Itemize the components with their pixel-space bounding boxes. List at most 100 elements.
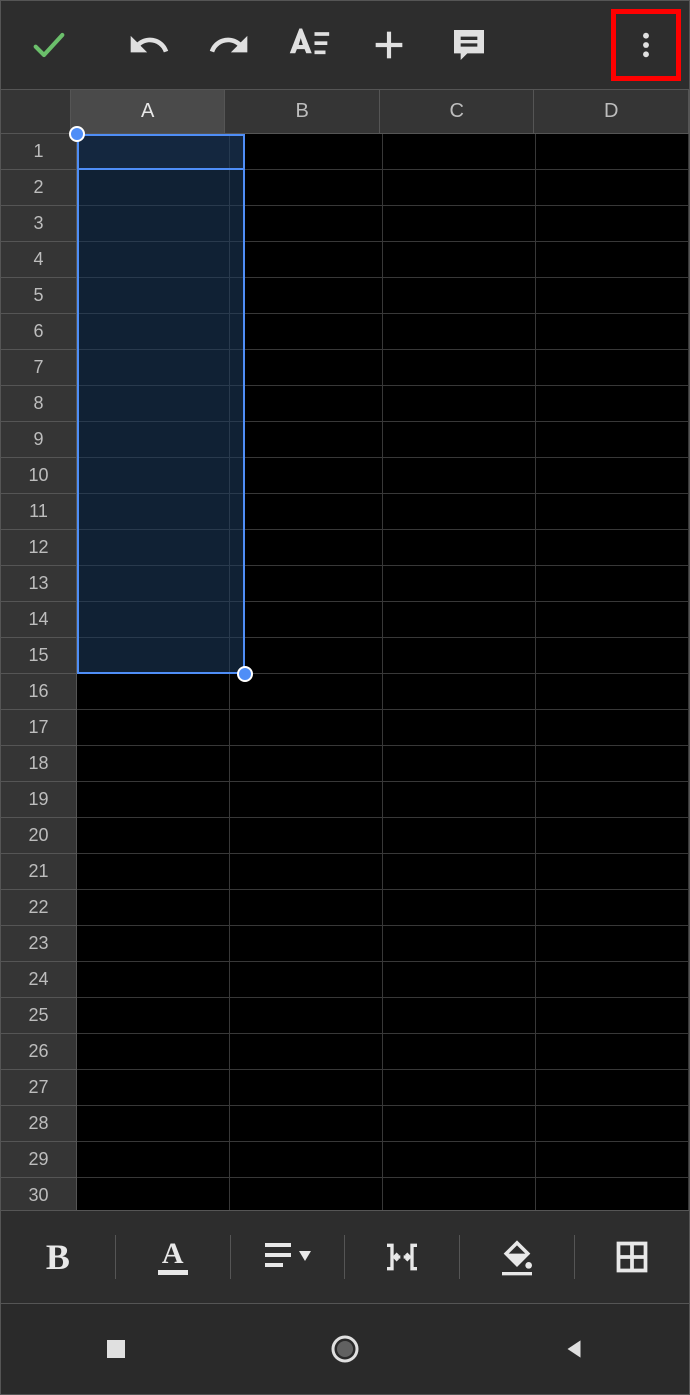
insert-button[interactable] xyxy=(349,9,429,81)
row-header[interactable]: 19 xyxy=(1,782,77,818)
cell[interactable] xyxy=(383,1106,536,1142)
more-options-button[interactable] xyxy=(616,14,676,76)
cell[interactable] xyxy=(383,566,536,602)
cell[interactable] xyxy=(536,170,689,206)
cell[interactable] xyxy=(77,278,230,314)
cell[interactable] xyxy=(230,710,383,746)
row-header[interactable]: 9 xyxy=(1,422,77,458)
cell[interactable] xyxy=(383,278,536,314)
cell[interactable] xyxy=(77,926,230,962)
cell[interactable] xyxy=(230,350,383,386)
row-header[interactable]: 13 xyxy=(1,566,77,602)
cell[interactable] xyxy=(77,962,230,998)
cell[interactable] xyxy=(383,386,536,422)
row-header[interactable]: 14 xyxy=(1,602,77,638)
cell[interactable] xyxy=(536,566,689,602)
cell[interactable] xyxy=(230,530,383,566)
cell[interactable] xyxy=(77,134,230,170)
cell[interactable] xyxy=(536,710,689,746)
cell[interactable] xyxy=(230,494,383,530)
cell[interactable] xyxy=(383,1034,536,1070)
select-all-corner[interactable] xyxy=(1,90,71,134)
cell[interactable] xyxy=(230,170,383,206)
merge-button[interactable] xyxy=(345,1227,459,1287)
cell[interactable] xyxy=(383,530,536,566)
cell[interactable] xyxy=(77,530,230,566)
cell[interactable] xyxy=(536,674,689,710)
cell[interactable] xyxy=(230,926,383,962)
cell[interactable] xyxy=(230,890,383,926)
column-header[interactable]: A xyxy=(71,90,226,134)
cell[interactable] xyxy=(383,638,536,674)
cell[interactable] xyxy=(230,1106,383,1142)
row-header[interactable]: 2 xyxy=(1,170,77,206)
cell[interactable] xyxy=(383,674,536,710)
cell[interactable] xyxy=(536,818,689,854)
cell[interactable] xyxy=(383,314,536,350)
cell[interactable] xyxy=(77,458,230,494)
cell[interactable] xyxy=(230,818,383,854)
cell[interactable] xyxy=(77,998,230,1034)
cell[interactable] xyxy=(77,854,230,890)
cell[interactable] xyxy=(536,1142,689,1178)
row-header[interactable]: 27 xyxy=(1,1070,77,1106)
cell[interactable] xyxy=(230,602,383,638)
cell[interactable] xyxy=(383,206,536,242)
row-header[interactable]: 3 xyxy=(1,206,77,242)
cell[interactable] xyxy=(230,782,383,818)
cell[interactable] xyxy=(383,242,536,278)
row-header[interactable]: 22 xyxy=(1,890,77,926)
cell[interactable] xyxy=(383,890,536,926)
cell[interactable] xyxy=(230,1142,383,1178)
selection-handle-bottom-right[interactable] xyxy=(237,666,253,682)
row-header[interactable]: 10 xyxy=(1,458,77,494)
cell[interactable] xyxy=(77,566,230,602)
cell[interactable] xyxy=(230,278,383,314)
row-header[interactable]: 24 xyxy=(1,962,77,998)
row-header[interactable]: 28 xyxy=(1,1106,77,1142)
row-header[interactable]: 20 xyxy=(1,818,77,854)
cell[interactable] xyxy=(77,386,230,422)
cell[interactable] xyxy=(383,458,536,494)
cell[interactable] xyxy=(230,422,383,458)
row-header[interactable]: 18 xyxy=(1,746,77,782)
cell[interactable] xyxy=(230,386,383,422)
row-header[interactable]: 4 xyxy=(1,242,77,278)
row-header[interactable]: 8 xyxy=(1,386,77,422)
cell[interactable] xyxy=(230,674,383,710)
cell[interactable] xyxy=(536,386,689,422)
row-header[interactable]: 5 xyxy=(1,278,77,314)
cell[interactable] xyxy=(536,494,689,530)
text-color-button[interactable]: A xyxy=(116,1227,230,1287)
cell[interactable] xyxy=(77,746,230,782)
cell[interactable] xyxy=(536,278,689,314)
cell[interactable] xyxy=(77,422,230,458)
cell[interactable] xyxy=(536,350,689,386)
cell[interactable] xyxy=(77,170,230,206)
cell[interactable] xyxy=(383,1178,536,1210)
cell[interactable] xyxy=(536,206,689,242)
cell[interactable] xyxy=(77,206,230,242)
cell[interactable] xyxy=(536,422,689,458)
cell[interactable] xyxy=(383,782,536,818)
text-format-button[interactable] xyxy=(269,9,349,81)
cell[interactable] xyxy=(536,530,689,566)
row-header[interactable]: 26 xyxy=(1,1034,77,1070)
cell[interactable] xyxy=(383,710,536,746)
cell[interactable] xyxy=(536,134,689,170)
row-header[interactable]: 25 xyxy=(1,998,77,1034)
column-header[interactable]: B xyxy=(225,90,380,134)
bold-button[interactable]: B xyxy=(1,1227,115,1287)
cell[interactable] xyxy=(77,710,230,746)
cell[interactable] xyxy=(536,782,689,818)
cell[interactable] xyxy=(230,566,383,602)
fill-color-button[interactable] xyxy=(460,1227,574,1287)
cell[interactable] xyxy=(536,746,689,782)
cell[interactable] xyxy=(230,134,383,170)
accept-button[interactable] xyxy=(9,9,89,81)
cell[interactable] xyxy=(536,998,689,1034)
cell[interactable] xyxy=(77,782,230,818)
row-header[interactable]: 21 xyxy=(1,854,77,890)
cell[interactable] xyxy=(77,602,230,638)
cell[interactable] xyxy=(77,890,230,926)
